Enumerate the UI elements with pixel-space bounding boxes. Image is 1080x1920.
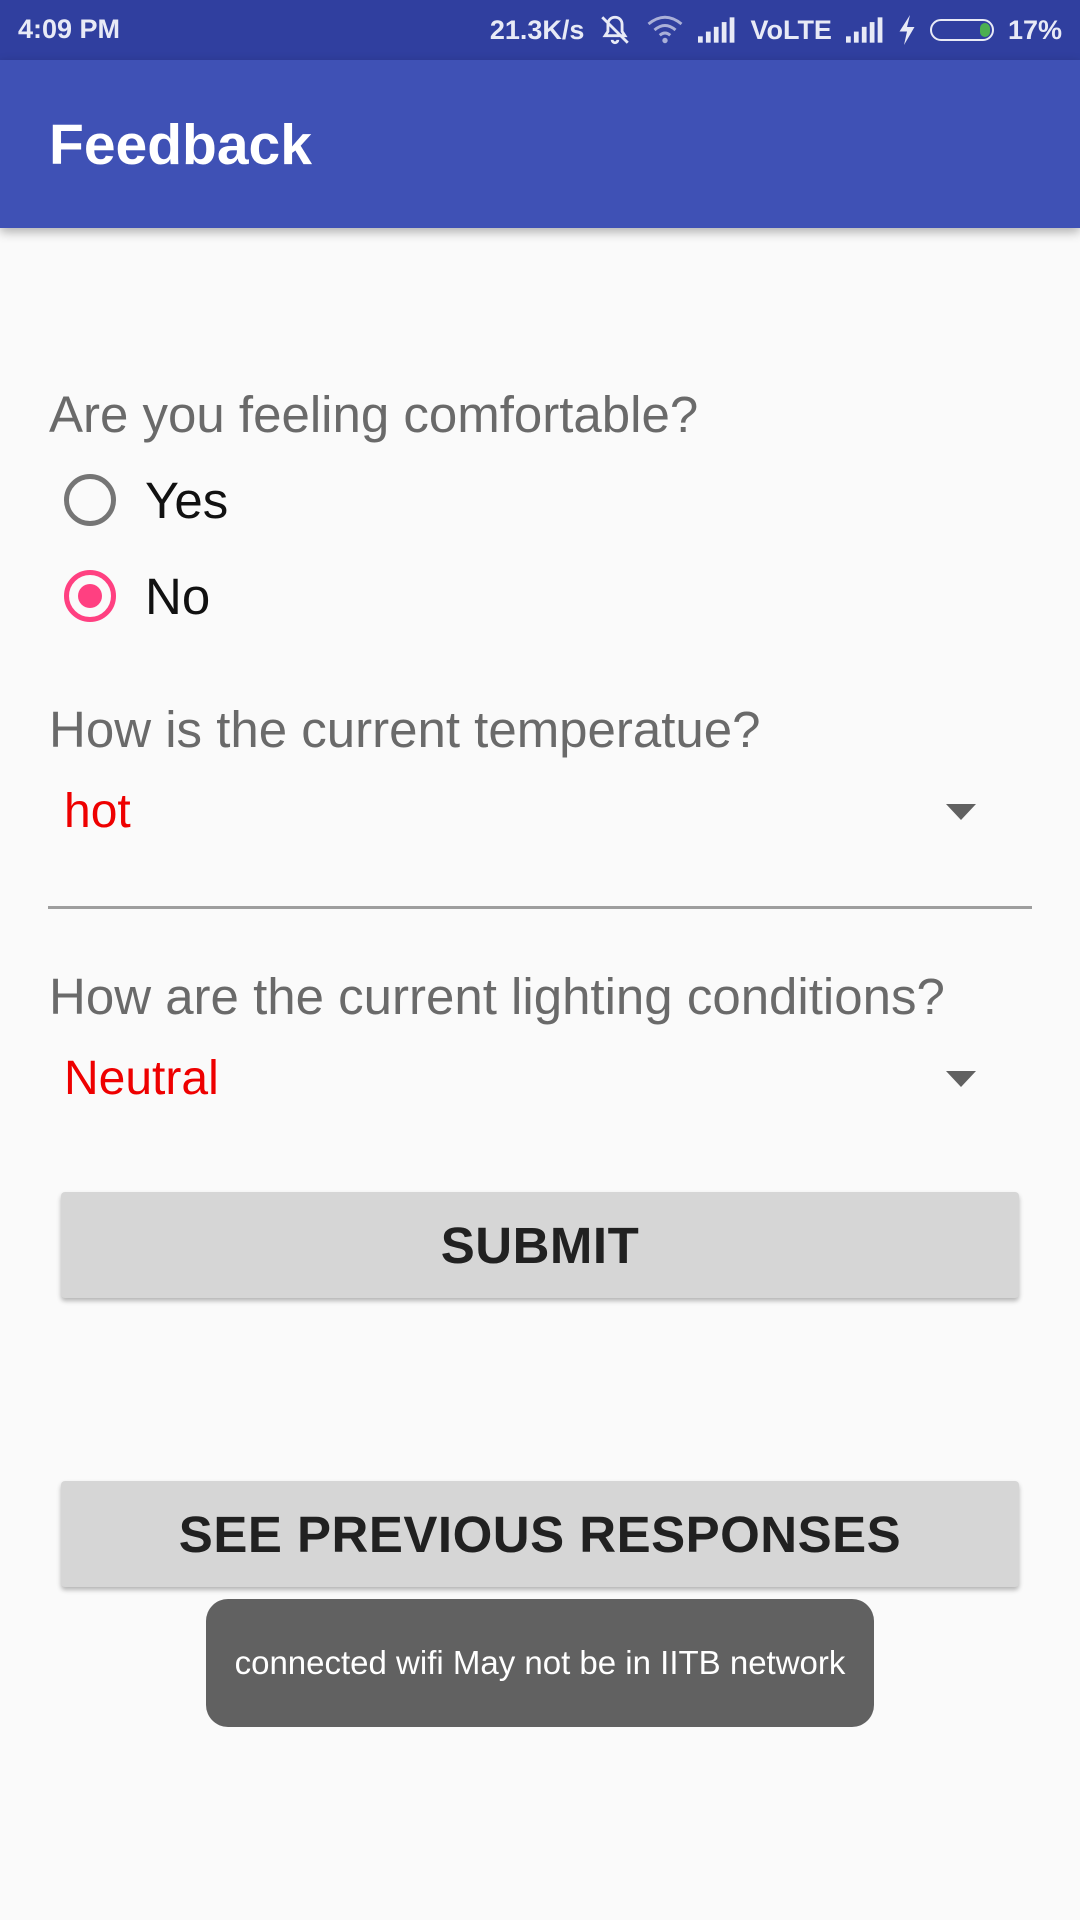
submit-button[interactable]: SUBMIT xyxy=(61,1192,1019,1298)
status-bar: 4:09 PM 21.3K/s VoLTE 17% xyxy=(0,0,1080,60)
network-label: VoLTE xyxy=(750,14,832,45)
battery-percent: 17% xyxy=(1007,14,1062,45)
divider xyxy=(48,906,1032,909)
dropdown-arrow-icon xyxy=(946,1071,976,1087)
radio-selected-dot xyxy=(78,584,102,608)
status-icons: 21.3K/s VoLTE 17% xyxy=(490,0,1062,60)
net-speed: 21.3K/s xyxy=(489,14,585,45)
radio-label-yes: Yes xyxy=(145,471,229,529)
status-time: 4:09 PM xyxy=(18,14,121,44)
radio-button-yes[interactable] xyxy=(64,474,116,526)
temperature-spinner-value: hot xyxy=(64,785,131,838)
see-previous-responses-button[interactable]: SEE PREVIOUS RESPONSES xyxy=(61,1481,1019,1587)
radio-label-no: No xyxy=(145,567,211,625)
temperature-spinner[interactable]: hot xyxy=(49,772,1032,852)
page-title: Feedback xyxy=(49,113,312,177)
temperature-question: How is the current temperatue? xyxy=(49,701,761,758)
battery-level xyxy=(979,23,990,37)
dropdown-arrow-icon xyxy=(946,804,976,820)
charging-icon xyxy=(898,15,916,45)
radio-button-no[interactable] xyxy=(64,570,116,622)
app-bar: Feedback xyxy=(0,60,1080,228)
signal-icon xyxy=(845,17,884,43)
mute-icon xyxy=(598,13,632,47)
lighting-question: How are the current lighting conditions? xyxy=(49,968,945,1025)
toast-message: connected wifi May not be in IITB networ… xyxy=(206,1599,874,1727)
lighting-spinner-value: Neutral xyxy=(64,1052,219,1105)
comfort-question: Are you feeling comfortable? xyxy=(49,386,699,443)
signal-icon xyxy=(698,17,736,43)
wifi-icon xyxy=(646,15,684,45)
radio-option-no[interactable]: No xyxy=(64,563,210,629)
lighting-spinner[interactable]: Neutral xyxy=(49,1039,1032,1119)
battery-icon xyxy=(929,19,994,41)
radio-option-yes[interactable]: Yes xyxy=(64,467,228,533)
